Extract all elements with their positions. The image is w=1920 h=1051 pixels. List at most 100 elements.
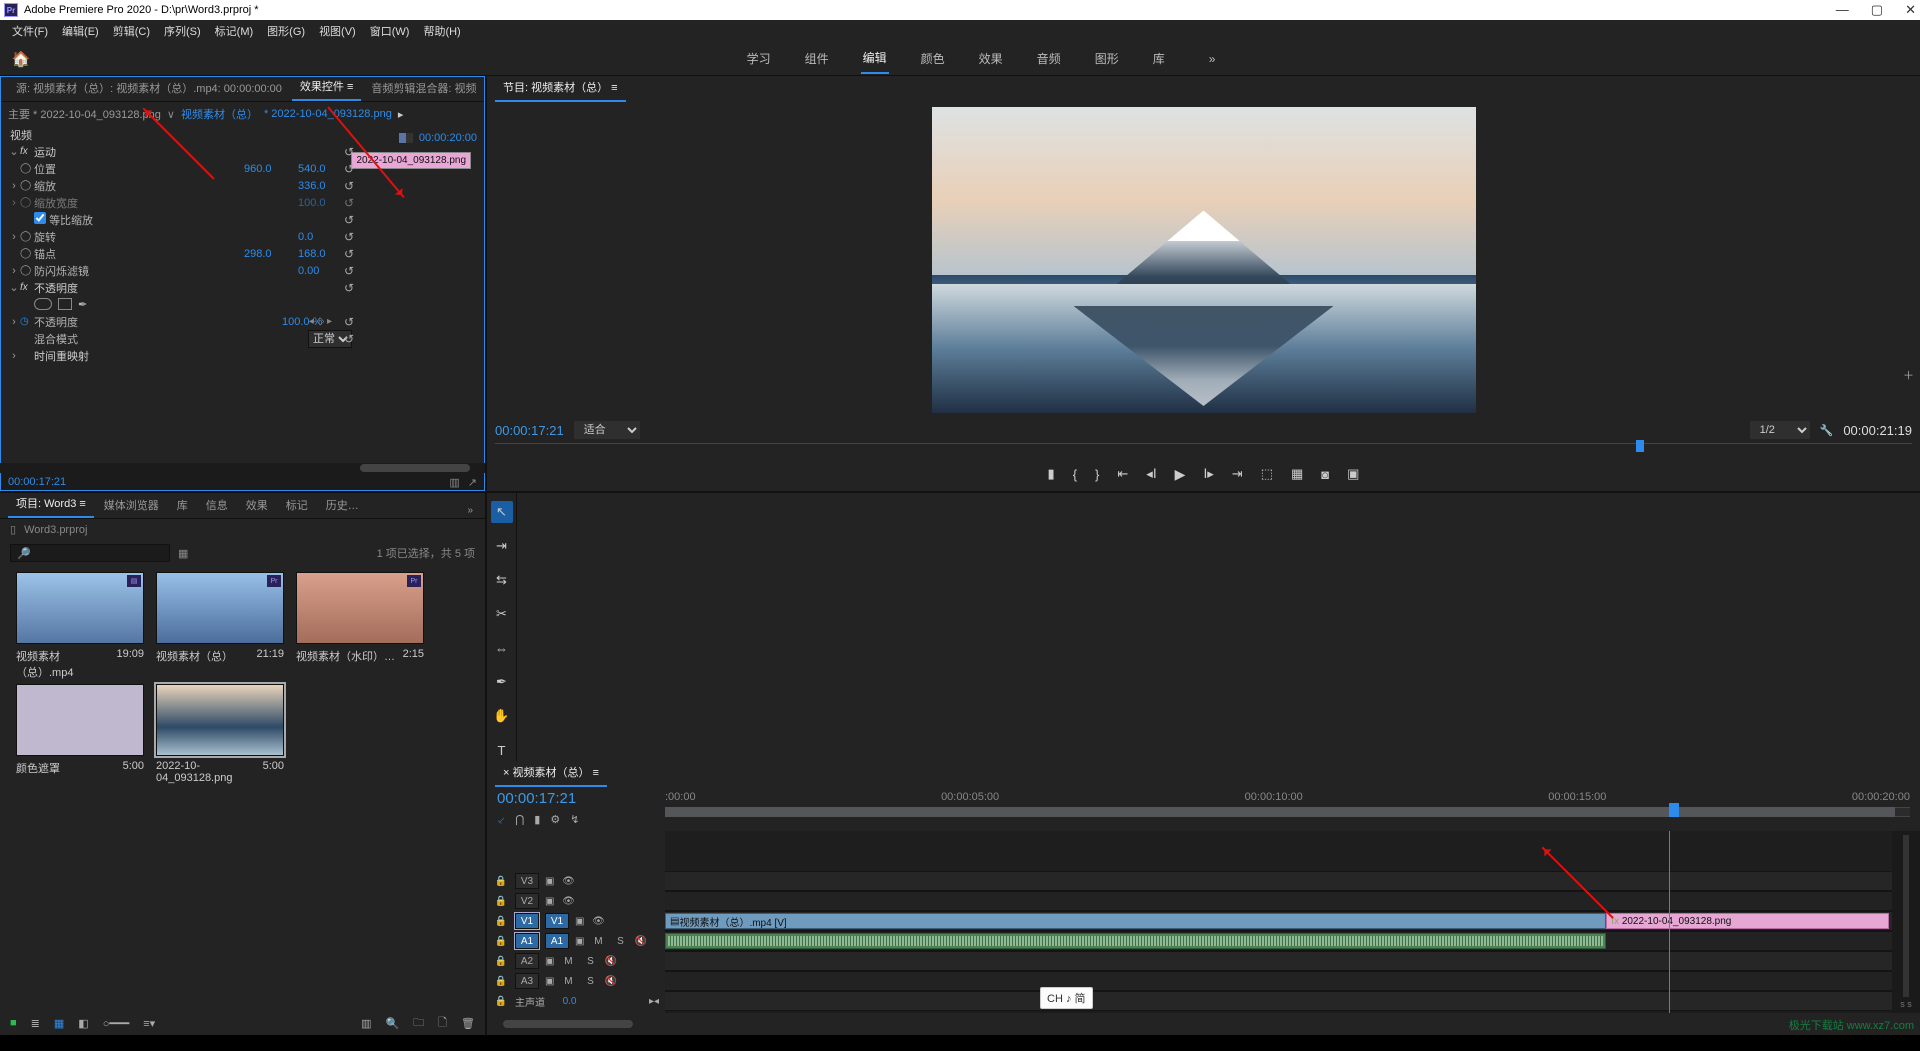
- ime-indicator[interactable]: CH ♪ 简: [1040, 987, 1093, 1009]
- menu-edit[interactable]: 编辑(E): [56, 21, 105, 41]
- linked-selection-icon[interactable]: ⋂: [515, 813, 524, 828]
- stopwatch-antiflicker-icon[interactable]: ◯: [20, 265, 32, 276]
- ec-hscroll-thumb[interactable]: [360, 464, 470, 472]
- uniform-scale-checkbox[interactable]: [34, 212, 46, 224]
- go-out-button[interactable]: ⇥: [1232, 466, 1243, 482]
- tab-audio-clip-mixer[interactable]: 音频剪辑混合器: 视频: [363, 75, 484, 101]
- reset-scalew-button[interactable]: ↺: [344, 196, 354, 210]
- mask-pen-icon[interactable]: ✒: [78, 298, 87, 311]
- menu-clip[interactable]: 剪辑(C): [107, 21, 156, 41]
- stopwatch-position-icon[interactable]: ◯: [20, 163, 32, 174]
- workspace-effects[interactable]: 效果: [977, 44, 1005, 73]
- project-overflow-button[interactable]: »: [463, 503, 477, 518]
- filter-bins-icon[interactable]: ▦: [178, 547, 188, 560]
- timeline-playhead[interactable]: [1669, 803, 1679, 817]
- find-button[interactable]: 🔍: [385, 1017, 399, 1030]
- reset-opacity-button[interactable]: ↺: [344, 315, 354, 329]
- ec-group-opacity[interactable]: 不透明度: [32, 280, 352, 296]
- home-icon[interactable]: 🏠: [6, 45, 36, 73]
- program-fit-select[interactable]: 适合: [574, 421, 640, 439]
- step-forward-button[interactable]: Ⅰ▸: [1203, 466, 1213, 482]
- clip-audio-main[interactable]: [665, 933, 1606, 949]
- new-item-button[interactable]: 🗋: [438, 1014, 447, 1033]
- tab-info[interactable]: 信息: [198, 492, 236, 518]
- v1-source-patch[interactable]: V1: [515, 913, 539, 929]
- keyframe-nav-icon[interactable]: ◂ ◇ ▸: [309, 316, 332, 327]
- mark-in-button[interactable]: {: [1073, 467, 1077, 482]
- v1-target[interactable]: V1: [545, 913, 569, 929]
- workspace-learn[interactable]: 学习: [745, 44, 773, 73]
- razor-tool[interactable]: ✂: [491, 603, 513, 625]
- pen-tool[interactable]: ✒: [491, 671, 513, 693]
- tab-sequence[interactable]: × 视频素材（总） ≡: [495, 759, 607, 787]
- bin-item[interactable]: ▤视频素材（总）.mp419:09: [16, 572, 152, 680]
- step-back-button[interactable]: ◂Ⅰ: [1146, 466, 1156, 482]
- menu-view[interactable]: 视图(V): [313, 21, 362, 41]
- fx-icon[interactable]: fx: [20, 146, 32, 157]
- tab-effect-controls[interactable]: 效果控件 ≡: [292, 73, 361, 101]
- clip-png[interactable]: fx 2022-10-04_093128.png: [1606, 913, 1888, 929]
- workspace-audio[interactable]: 音频: [1035, 44, 1063, 73]
- track-select-tool[interactable]: ⇥: [491, 535, 513, 557]
- workspace-graphics[interactable]: 图形: [1093, 44, 1121, 73]
- slip-tool[interactable]: ⇔: [491, 637, 513, 659]
- tab-effects[interactable]: 效果: [238, 492, 276, 518]
- comparison-view-button[interactable]: ▣: [1347, 466, 1359, 482]
- menu-help[interactable]: 帮助(H): [417, 21, 466, 41]
- taskbar[interactable]: [0, 1035, 1920, 1051]
- hand-tool[interactable]: ✋: [491, 705, 513, 727]
- wrench-timeline-icon[interactable]: ↯: [570, 813, 579, 828]
- program-playhead[interactable]: [1636, 440, 1644, 452]
- stopwatch-scale-icon[interactable]: ◯: [20, 180, 32, 191]
- menu-markers[interactable]: 标记(M): [209, 21, 260, 41]
- mask-ellipse-icon[interactable]: [34, 298, 52, 310]
- snap-icon[interactable]: ⸔: [497, 813, 505, 828]
- mask-rect-icon[interactable]: [58, 298, 72, 310]
- stopwatch-anchor-icon[interactable]: ◯: [20, 248, 32, 259]
- master-value[interactable]: 0.0: [563, 996, 577, 1007]
- ripple-tool[interactable]: ⇆: [491, 569, 513, 591]
- type-tool[interactable]: T: [491, 739, 513, 761]
- mark-out-button[interactable]: }: [1095, 467, 1099, 482]
- tab-libraries[interactable]: 库: [169, 492, 196, 518]
- reset-motion-button[interactable]: ↺: [344, 145, 354, 159]
- ec-footer-timecode[interactable]: 00:00:17:21: [8, 476, 66, 488]
- track-a2[interactable]: [665, 951, 1920, 971]
- ec-zoom-split-icon[interactable]: [399, 133, 413, 143]
- ec-export-icon[interactable]: ↗: [468, 476, 477, 489]
- extract-button[interactable]: ▦: [1291, 466, 1303, 482]
- track-v3[interactable]: [665, 871, 1920, 891]
- program-left-timecode[interactable]: 00:00:17:21: [495, 423, 564, 438]
- bin-item[interactable]: Pr视频素材（总）21:19: [156, 572, 292, 680]
- tab-media-browser[interactable]: 媒体浏览器: [96, 492, 167, 518]
- a1-source-patch[interactable]: A1: [515, 933, 539, 949]
- ec-group-timeremap[interactable]: 时间重映射: [32, 348, 352, 364]
- tab-markers[interactable]: 标记: [278, 492, 316, 518]
- tab-program[interactable]: 节目: 视频素材（总） ≡: [495, 74, 626, 102]
- clip-video-main[interactable]: ▤ 视频素材（总）.mp4 [V]: [665, 913, 1606, 929]
- selection-tool[interactable]: ↖: [491, 501, 513, 523]
- bin-item[interactable]: Pr视频素材（水印）…2:15: [296, 572, 432, 680]
- value-position-x[interactable]: 960.0: [244, 163, 298, 175]
- track-v2[interactable]: [665, 891, 1920, 911]
- menu-graphics[interactable]: 图形(G): [261, 21, 311, 41]
- window-minimize-button[interactable]: —: [1836, 2, 1849, 18]
- workspace-libraries[interactable]: 库: [1151, 44, 1167, 73]
- reset-opacity-group-button[interactable]: ↺: [344, 281, 354, 295]
- window-maximize-button[interactable]: ▢: [1871, 2, 1883, 18]
- program-preview-canvas[interactable]: [932, 107, 1476, 413]
- tab-history[interactable]: 历史…: [318, 492, 367, 518]
- marker-icon[interactable]: ▮: [534, 813, 540, 828]
- track-a3[interactable]: [665, 971, 1920, 991]
- playhead-line[interactable]: [1669, 831, 1670, 1013]
- menu-sequence[interactable]: 序列(S): [158, 21, 207, 41]
- menu-file[interactable]: 文件(F): [6, 21, 54, 41]
- project-search-input[interactable]: 🔎: [10, 544, 170, 562]
- play-button[interactable]: ▶: [1175, 466, 1186, 483]
- tab-source[interactable]: 源: 视频素材（总）: 视频素材（总）.mp4: 00:00:00:00: [8, 75, 290, 101]
- tab-project[interactable]: 项目: Word3 ≡: [8, 490, 94, 518]
- stopwatch-opacity-icon[interactable]: ◷: [20, 316, 32, 327]
- delete-button[interactable]: 🗑: [461, 1017, 475, 1030]
- workspace-assembly[interactable]: 组件: [803, 44, 831, 73]
- bin-icon[interactable]: ▯: [10, 523, 16, 536]
